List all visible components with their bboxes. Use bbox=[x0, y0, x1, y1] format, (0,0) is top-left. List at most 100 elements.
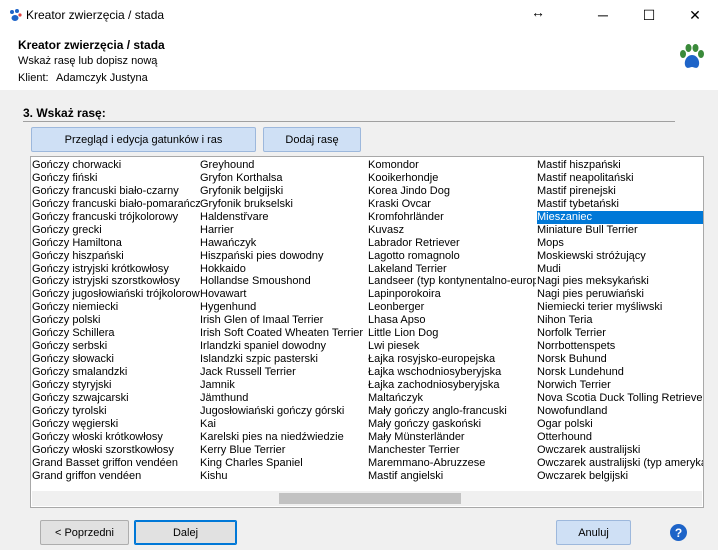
list-item[interactable]: Irish Glen of Imaal Terrier bbox=[200, 314, 368, 327]
list-item[interactable]: Nova Scotia Duck Tolling Retriever bbox=[537, 392, 703, 405]
list-item[interactable]: Gończy smalandzki bbox=[32, 366, 200, 379]
list-item[interactable]: Niemiecki terier myśliwski bbox=[537, 301, 703, 314]
list-item[interactable]: Jämthund bbox=[200, 392, 368, 405]
list-item[interactable]: Hokkaido bbox=[200, 263, 368, 276]
list-item[interactable]: Labrador Retriever bbox=[368, 237, 536, 250]
list-item[interactable]: Mały Münsterländer bbox=[368, 431, 536, 444]
list-item[interactable]: Gończy niemiecki bbox=[32, 301, 200, 314]
list-item[interactable]: Mudi bbox=[537, 263, 703, 276]
list-item[interactable]: Lhasa Apso bbox=[368, 314, 536, 327]
list-item[interactable]: Harrier bbox=[200, 224, 368, 237]
list-item[interactable]: Norsk Lundehund bbox=[537, 366, 703, 379]
list-item[interactable]: Gryfon Korthalsa bbox=[200, 172, 368, 185]
list-item[interactable]: Gończy włoski krótkowłosy bbox=[32, 431, 200, 444]
list-item[interactable]: Mastif hiszpański bbox=[537, 159, 703, 172]
list-item[interactable]: Gończy tyrolski bbox=[32, 405, 200, 418]
list-item[interactable]: Mops bbox=[537, 237, 703, 250]
minimize-button[interactable]: ─ bbox=[580, 0, 626, 30]
list-item[interactable]: Gończy fiński bbox=[32, 172, 200, 185]
cancel-button[interactable]: Anuluj bbox=[556, 520, 631, 545]
list-item[interactable]: Little Lion Dog bbox=[368, 327, 536, 340]
help-icon[interactable]: ? bbox=[670, 524, 687, 541]
list-item[interactable]: Nagi pies meksykański bbox=[537, 275, 703, 288]
list-item[interactable]: Gończy włoski szorstkowłosy bbox=[32, 444, 200, 457]
list-item[interactable]: Manchester Terrier bbox=[368, 444, 536, 457]
list-item[interactable]: Hawańczyk bbox=[200, 237, 368, 250]
list-item[interactable]: Mieszaniec bbox=[537, 210, 703, 224]
list-item[interactable]: Lwi piesek bbox=[368, 340, 536, 353]
list-item[interactable]: Gończy Hamiltona bbox=[32, 237, 200, 250]
list-item[interactable]: Gończy polski bbox=[32, 314, 200, 327]
list-item[interactable]: Gończy styryjski bbox=[32, 379, 200, 392]
list-item[interactable]: Owczarek australijski bbox=[537, 444, 703, 457]
list-item[interactable]: Gończy serbski bbox=[32, 340, 200, 353]
list-item[interactable]: Gończy słowacki bbox=[32, 353, 200, 366]
list-item[interactable]: Maltańczyk bbox=[368, 392, 536, 405]
list-item[interactable]: Hollandse Smoushond bbox=[200, 275, 368, 288]
list-item[interactable]: Jugosłowiański gończy górski bbox=[200, 405, 368, 418]
close-button[interactable]: ✕ bbox=[672, 0, 718, 30]
list-item[interactable]: Gończy chorwacki bbox=[32, 159, 200, 172]
list-item[interactable]: Kishu bbox=[200, 470, 368, 483]
list-item[interactable]: Grand griffon vendéen bbox=[32, 470, 200, 483]
list-item[interactable]: Norfolk Terrier bbox=[537, 327, 703, 340]
list-item[interactable]: Nihon Teria bbox=[537, 314, 703, 327]
list-item[interactable]: Gończy istryjski krótkowłosy bbox=[32, 263, 200, 276]
add-breed-button[interactable]: Dodaj rasę bbox=[263, 127, 361, 152]
list-item[interactable]: Jamnik bbox=[200, 379, 368, 392]
list-item[interactable]: Hygenhund bbox=[200, 301, 368, 314]
list-item[interactable]: Islandzki szpic pasterski bbox=[200, 353, 368, 366]
list-item[interactable]: Leonberger bbox=[368, 301, 536, 314]
list-item[interactable]: Ogar polski bbox=[537, 418, 703, 431]
list-item[interactable]: Owczarek australijski (typ amerykański) bbox=[537, 457, 703, 470]
list-item[interactable]: Kerry Blue Terrier bbox=[200, 444, 368, 457]
list-item[interactable]: Otterhound bbox=[537, 431, 703, 444]
list-item[interactable]: Greyhound bbox=[200, 159, 368, 172]
list-item[interactable]: Gończy grecki bbox=[32, 224, 200, 237]
list-item[interactable]: Gończy istryjski szorstkowłosy bbox=[32, 275, 200, 288]
list-item[interactable]: Kai bbox=[200, 418, 368, 431]
list-item[interactable]: Gończy Schillera bbox=[32, 327, 200, 340]
list-item[interactable]: Lagotto romagnolo bbox=[368, 250, 536, 263]
list-item[interactable]: Mastif neapolitański bbox=[537, 172, 703, 185]
list-item[interactable]: Gończy francuski biało-pomarańczowy bbox=[32, 198, 200, 211]
list-item[interactable]: Kromfohrländer bbox=[368, 211, 536, 224]
list-item[interactable]: Gończy węgierski bbox=[32, 418, 200, 431]
list-item[interactable]: Grand Basset griffon vendéen bbox=[32, 457, 200, 470]
list-item[interactable]: Nowofundland bbox=[537, 405, 703, 418]
list-item[interactable]: Korea Jindo Dog bbox=[368, 185, 536, 198]
list-item[interactable]: Irlandzki spaniel dowodny bbox=[200, 340, 368, 353]
list-item[interactable]: Miniature Bull Terrier bbox=[537, 224, 703, 237]
list-item[interactable]: Haldenstřvare bbox=[200, 211, 368, 224]
list-item[interactable]: Mały gończy anglo-francuski bbox=[368, 405, 536, 418]
list-item[interactable]: Kooikerhondje bbox=[368, 172, 536, 185]
list-item[interactable]: Mastif angielski bbox=[368, 470, 536, 483]
list-item[interactable]: Landseer (typ kontynentalno-europejski) bbox=[368, 275, 536, 288]
list-item[interactable]: Gończy szwajcarski bbox=[32, 392, 200, 405]
previous-button[interactable]: < Poprzedni bbox=[40, 520, 129, 545]
list-item[interactable]: Gończy francuski trójkolorowy bbox=[32, 211, 200, 224]
list-item[interactable]: Norsk Buhund bbox=[537, 353, 703, 366]
list-item[interactable]: Gryfonik belgijski bbox=[200, 185, 368, 198]
list-item[interactable]: Komondor bbox=[368, 159, 536, 172]
next-button[interactable]: Dalej bbox=[134, 520, 237, 545]
list-item[interactable]: Norrbottenspets bbox=[537, 340, 703, 353]
maximize-button[interactable]: ☐ bbox=[626, 0, 672, 30]
list-item[interactable]: Kraski Ovcar bbox=[368, 198, 536, 211]
horizontal-scrollbar[interactable] bbox=[32, 491, 702, 506]
list-item[interactable]: Lapinporokoira bbox=[368, 288, 536, 301]
list-item[interactable]: Łajka zachodniosyberyjska bbox=[368, 379, 536, 392]
list-item[interactable]: Mastif pirenejski bbox=[537, 185, 703, 198]
list-item[interactable]: Hovawart bbox=[200, 288, 368, 301]
list-item[interactable]: Mały gończy gaskoński bbox=[368, 418, 536, 431]
list-item[interactable]: Gończy jugosłowiański trójkolorowy bbox=[32, 288, 200, 301]
list-item[interactable]: Lakeland Terrier bbox=[368, 263, 536, 276]
list-item[interactable]: Gończy francuski biało-czarny bbox=[32, 185, 200, 198]
list-item[interactable]: Łajka wschodniosyberyjska bbox=[368, 366, 536, 379]
list-item[interactable]: Irish Soft Coated Wheaten Terrier bbox=[200, 327, 368, 340]
list-item[interactable]: Norwich Terrier bbox=[537, 379, 703, 392]
list-item[interactable]: Karelski pies na niedźwiedzie bbox=[200, 431, 368, 444]
list-item[interactable]: Gończy hiszpański bbox=[32, 250, 200, 263]
list-item[interactable]: Hiszpański pies dowodny bbox=[200, 250, 368, 263]
browse-species-button[interactable]: Przegląd i edycja gatunków i ras bbox=[31, 127, 256, 152]
